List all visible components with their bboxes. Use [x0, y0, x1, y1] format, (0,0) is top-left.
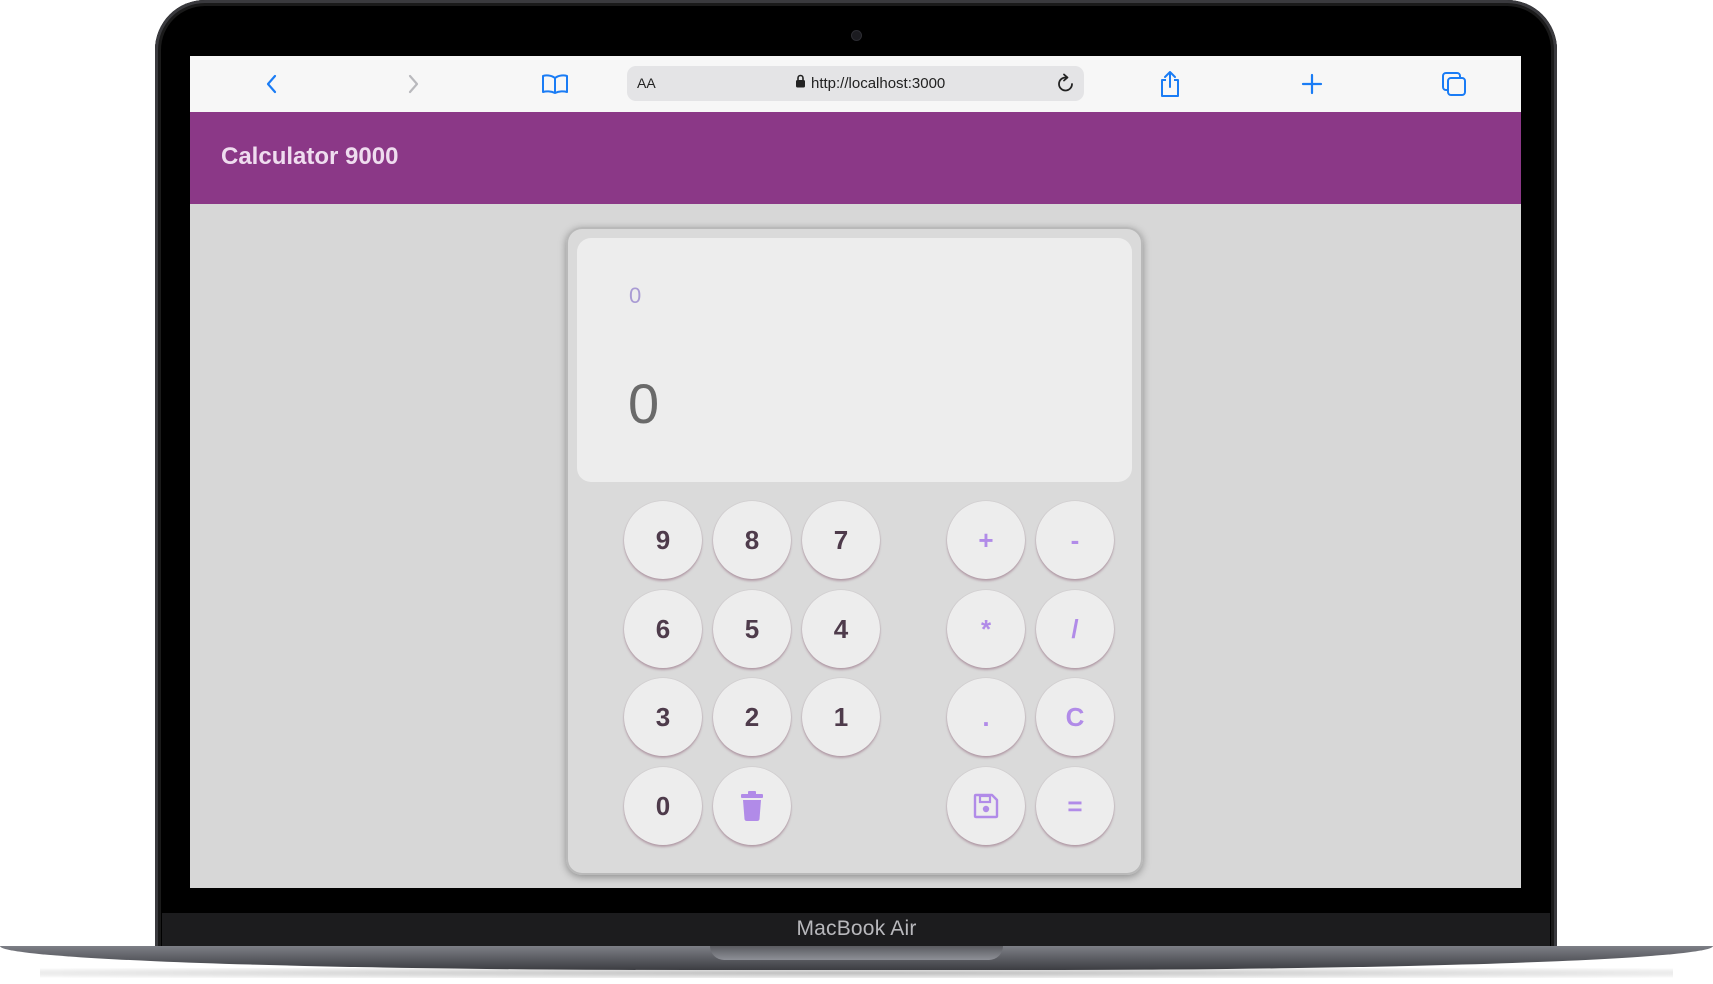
tabs-icon[interactable] [1438, 68, 1470, 100]
lock-icon [795, 74, 806, 92]
reload-icon[interactable] [1054, 72, 1078, 96]
browser-toolbar: AA http://localhost:3000 [190, 56, 1521, 112]
key-decimal[interactable]: . [947, 678, 1025, 756]
reader-button[interactable]: AA [637, 75, 656, 91]
key-6[interactable]: 6 [624, 590, 702, 668]
base-notch [710, 946, 1003, 960]
key-5[interactable]: 5 [713, 590, 791, 668]
device-mockup: MacBook Air AA http://localhost:3000 Cal… [0, 0, 1713, 984]
book-icon[interactable] [539, 68, 571, 100]
key-minus[interactable]: - [1036, 501, 1114, 579]
share-icon[interactable] [1154, 68, 1186, 100]
save-icon [973, 793, 999, 819]
key-4[interactable]: 4 [802, 590, 880, 668]
app-header: Calculator 9000 [190, 112, 1521, 204]
key-2[interactable]: 2 [713, 678, 791, 756]
key-clear[interactable]: C [1036, 678, 1114, 756]
key-8[interactable]: 8 [713, 501, 791, 579]
calculator-display: 0 0 [577, 238, 1132, 482]
previous-value: 0 [629, 283, 642, 308]
save-button[interactable] [947, 767, 1025, 845]
key-3[interactable]: 3 [624, 678, 702, 756]
key-plus[interactable]: + [947, 501, 1025, 579]
delete-button[interactable] [713, 767, 791, 845]
key-multiply[interactable]: * [947, 590, 1025, 668]
key-1[interactable]: 1 [802, 678, 880, 756]
calculator: 0 0 9 8 7 + - 6 5 4 * / 3 2 1 . C 0 = [566, 227, 1143, 875]
app-title: Calculator 9000 [221, 143, 399, 170]
key-divide[interactable]: / [1036, 590, 1114, 668]
key-equals[interactable]: = [1036, 767, 1114, 845]
browser-window: AA http://localhost:3000 Calculator 9000… [190, 56, 1521, 888]
model-label: MacBook Air [796, 917, 917, 940]
key-0[interactable]: 0 [624, 767, 702, 845]
url-text: http://localhost:3000 [811, 74, 946, 92]
camera [852, 31, 861, 40]
key-7[interactable]: 7 [802, 501, 880, 579]
current-value: 0 [628, 372, 660, 435]
key-9[interactable]: 9 [624, 501, 702, 579]
chevron-right-icon[interactable] [397, 68, 429, 100]
url-display[interactable]: http://localhost:3000 [795, 74, 945, 92]
chevron-left-icon[interactable] [256, 68, 288, 100]
plus-icon[interactable] [1296, 68, 1328, 100]
address-bar[interactable]: AA http://localhost:3000 [627, 66, 1084, 101]
trash-icon [740, 791, 764, 821]
